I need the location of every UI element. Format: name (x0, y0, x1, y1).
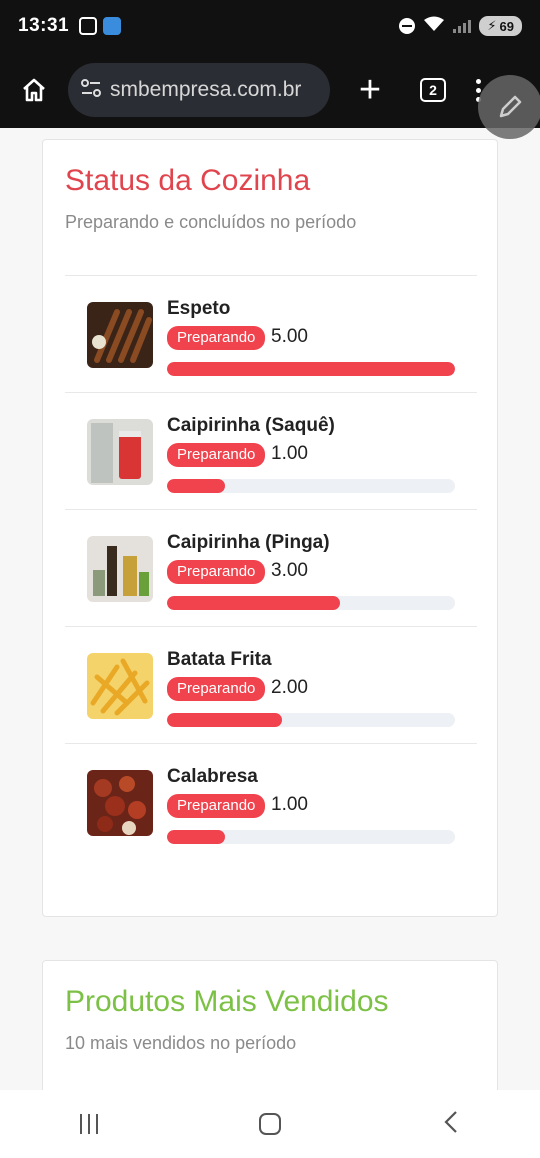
do-not-disturb-icon (399, 18, 416, 34)
status-badge: Preparando (167, 443, 266, 467)
list-item: Caipirinha (Saquê) Preparando 1.00 (65, 393, 477, 510)
list-item: Caipirinha (Pinga) Preparando 3.00 (65, 510, 477, 627)
recents-button[interactable] (80, 1114, 99, 1134)
top-products-subtitle: 10 mais vendidos no período (65, 1033, 297, 1053)
site-settings-icon[interactable] (80, 78, 102, 103)
kitchen-status-title: Status da Cozinha (65, 164, 311, 197)
new-tab-button[interactable]: + (350, 70, 390, 110)
top-products-card: Produtos Mais Vendidos 10 mais vendidos … (42, 960, 498, 1100)
battery-icon: ⚡ (487, 18, 497, 33)
browser-toolbar: smbempresa.com.br + 2 (0, 52, 540, 128)
battery-indicator: ⚡ 69 (479, 16, 522, 36)
top-products-title: Produtos Mais Vendidos (65, 985, 389, 1018)
item-name: Espeto (167, 298, 231, 319)
item-name: Caipirinha (Saquê) (167, 415, 335, 436)
clock: 13:31 (18, 15, 70, 36)
progress-bar (167, 713, 455, 727)
item-name: Caipirinha (Pinga) (167, 532, 330, 553)
home-button[interactable] (258, 1113, 281, 1135)
back-icon (444, 1110, 457, 1133)
system-navigation-bar (0, 1090, 540, 1158)
calabresa-image (87, 770, 153, 836)
progress-fill (167, 596, 340, 610)
screenshot-icon (79, 17, 98, 35)
tab-switcher-button[interactable]: 2 (420, 78, 446, 102)
list-item: Batata Frita Preparando 2.00 (65, 627, 477, 744)
item-quantity: 2.00 (271, 677, 308, 698)
progress-fill (167, 713, 283, 727)
progress-bar (167, 479, 455, 493)
item-name: Calabresa (167, 766, 258, 787)
edit-pencil-button[interactable] (478, 75, 540, 139)
battery-level: 69 (499, 18, 514, 34)
item-quantity: 1.00 (271, 794, 308, 815)
signal-icon (453, 19, 472, 33)
progress-fill (167, 830, 225, 844)
list-item: Espeto Preparando 5.00 (65, 276, 477, 393)
status-badge: Preparando (167, 560, 266, 584)
drink-pinga-image (87, 536, 153, 602)
progress-bar (167, 362, 455, 376)
notification-icons (79, 17, 122, 35)
address-bar[interactable]: smbempresa.com.br (68, 63, 330, 117)
pencil-icon (499, 95, 522, 118)
progress-fill (167, 362, 455, 376)
url-text[interactable]: smbempresa.com.br (110, 78, 301, 102)
back-button[interactable] (442, 1110, 460, 1139)
progress-fill (167, 479, 225, 493)
home-icon[interactable] (12, 68, 56, 112)
item-name: Batata Frita (167, 649, 272, 670)
fries-image (87, 653, 153, 719)
item-quantity: 3.00 (271, 560, 308, 581)
status-bar: 13:31 ⚡ 69 (0, 0, 540, 52)
list-item: Calabresa Preparando 1.00 (65, 744, 477, 861)
progress-bar (167, 830, 455, 844)
status-badge: Preparando (167, 677, 266, 701)
app-notification-icon (103, 17, 122, 35)
item-quantity: 5.00 (271, 326, 308, 347)
skewer-image (87, 302, 153, 368)
kitchen-status-card: Status da Cozinha Preparando e concluído… (42, 139, 498, 917)
progress-bar (167, 596, 455, 610)
item-quantity: 1.00 (271, 443, 308, 464)
wifi-icon (423, 16, 445, 37)
kitchen-status-subtitle: Preparando e concluídos no período (65, 212, 357, 232)
status-badge: Preparando (167, 326, 266, 350)
system-icons: ⚡ 69 (399, 16, 522, 37)
status-badge: Preparando (167, 794, 266, 818)
drink-sake-image (87, 419, 153, 485)
